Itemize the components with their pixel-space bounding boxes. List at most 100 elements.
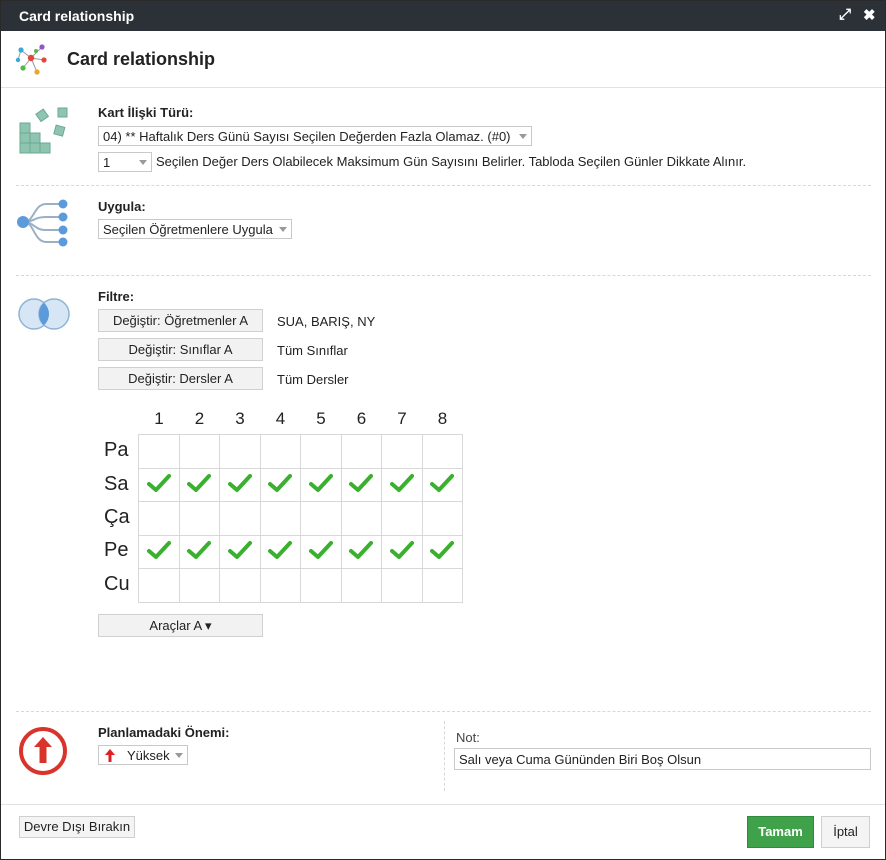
chevron-down-icon — [519, 134, 527, 139]
schedule-cell[interactable] — [421, 467, 463, 502]
max-days-select[interactable]: 1 — [98, 152, 152, 172]
schedule-cell[interactable] — [300, 568, 342, 603]
schedule-cell[interactable] — [300, 534, 342, 569]
checkmark-icon — [146, 541, 171, 560]
up-arrow-circle-icon — [19, 727, 67, 775]
schedule-cell[interactable] — [340, 534, 382, 569]
branch-icon — [17, 199, 68, 247]
checkmark-icon — [187, 541, 212, 560]
max-days-value: 1 — [103, 155, 111, 170]
schedule-cell[interactable] — [259, 534, 301, 569]
schedule-cell[interactable] — [219, 534, 261, 569]
schedule-row — [138, 467, 463, 502]
checkmark-icon — [268, 474, 293, 493]
schedule-cell[interactable] — [381, 534, 423, 569]
period-header: 4 — [275, 409, 286, 428]
title-bar: Card relationship ⤢ ✖ — [1, 1, 885, 31]
schedule-cell[interactable] — [259, 568, 301, 603]
chevron-down-icon — [279, 227, 287, 232]
section-divider — [16, 711, 871, 712]
day-header: Sa — [104, 473, 129, 495]
checkmark-icon — [389, 541, 414, 560]
checkmark-icon — [308, 541, 333, 560]
schedule-cell[interactable] — [340, 434, 382, 469]
schedule-cell[interactable] — [178, 501, 220, 536]
network-icon — [15, 44, 47, 75]
schedule-cell[interactable] — [381, 467, 423, 502]
schedule-cell[interactable] — [381, 501, 423, 536]
relation-description: Seçilen Değer Ders Olabilecek Maksimum G… — [156, 154, 747, 169]
schedule-cell[interactable] — [300, 467, 342, 502]
disable-button[interactable]: Devre Dışı Bırakın — [19, 816, 135, 838]
checkmark-icon — [430, 541, 455, 560]
change-teachers-button[interactable]: Değiştir: Öğretmenler A — [98, 309, 263, 332]
schedule-row — [138, 568, 463, 603]
checkmark-icon — [268, 541, 293, 560]
schedule-cell[interactable] — [340, 568, 382, 603]
checkmark-icon — [187, 474, 212, 493]
vertical-divider — [444, 721, 445, 791]
expand-icon[interactable]: ⤢ — [839, 6, 851, 23]
schedule-cell[interactable] — [259, 501, 301, 536]
importance-select[interactable]: Yüksek — [98, 745, 188, 765]
schedule-row — [138, 434, 463, 469]
checkmark-icon — [389, 474, 414, 493]
schedule-cell[interactable] — [138, 501, 180, 536]
apply-label: Uygula: — [98, 199, 146, 214]
importance-label: Planlamadaki Önemi: — [98, 725, 230, 740]
note-field[interactable]: Salı veya Cuma Gününden Biri Boş Olsun — [454, 748, 871, 770]
relation-type-label: Kart İlişki Türü: — [98, 105, 194, 120]
schedule-cell[interactable] — [219, 467, 261, 502]
change-classes-button[interactable]: Değiştir: Sınıflar A — [98, 338, 263, 361]
schedule-cell[interactable] — [421, 568, 463, 603]
schedule-cell[interactable] — [138, 434, 180, 469]
close-icon[interactable]: ✖ — [863, 6, 876, 24]
schedule-cell[interactable] — [421, 501, 463, 536]
red-up-arrow-icon — [105, 749, 115, 762]
relation-type-select[interactable]: 04) ** Haftalık Ders Günü Sayısı Seçilen… — [98, 126, 532, 146]
period-header: 1 — [154, 409, 164, 428]
schedule-cell[interactable] — [219, 501, 261, 536]
period-header: 5 — [316, 409, 326, 428]
schedule-row — [138, 534, 463, 569]
schedule-cell[interactable] — [300, 501, 342, 536]
checkmark-icon — [349, 541, 374, 560]
dialog-header: Card relationship — [1, 31, 885, 88]
intersection-icon — [18, 298, 70, 330]
schedule-grid — [138, 434, 463, 603]
schedule-cell[interactable] — [259, 434, 301, 469]
day-header: Cu — [104, 573, 130, 595]
teachers-filter-value: SUA, BARIŞ, NY — [277, 314, 376, 329]
schedule-cell[interactable] — [259, 467, 301, 502]
checkmark-icon — [308, 474, 333, 493]
relation-type-value: 04) ** Haftalık Ders Günü Sayısı Seçilen… — [103, 129, 511, 144]
schedule-cell[interactable] — [421, 434, 463, 469]
schedule-cell[interactable] — [300, 434, 342, 469]
schedule-cell[interactable] — [138, 534, 180, 569]
day-header: Pe — [104, 539, 129, 561]
schedule-cell[interactable] — [219, 434, 261, 469]
tools-button[interactable]: Araçlar A ▾ — [98, 614, 263, 637]
schedule-cell[interactable] — [178, 534, 220, 569]
schedule-cell[interactable] — [178, 467, 220, 502]
checkmark-icon — [430, 474, 455, 493]
checkmark-icon — [349, 474, 374, 493]
schedule-cell[interactable] — [219, 568, 261, 603]
schedule-cell[interactable] — [381, 568, 423, 603]
schedule-cell[interactable] — [178, 434, 220, 469]
cancel-button[interactable]: İptal — [821, 816, 870, 848]
apply-select[interactable]: Seçilen Öğretmenlere Uygula — [98, 219, 292, 239]
ok-button[interactable]: Tamam — [747, 816, 814, 848]
change-lessons-button[interactable]: Değiştir: Dersler A — [98, 367, 263, 390]
lessons-filter-value: Tüm Dersler — [277, 372, 349, 387]
dialog-footer — [1, 804, 885, 805]
schedule-cell[interactable] — [340, 467, 382, 502]
chevron-down-icon — [175, 753, 183, 758]
schedule-cell[interactable] — [421, 534, 463, 569]
page-title: Card relationship — [67, 49, 216, 69]
schedule-cell[interactable] — [340, 501, 382, 536]
schedule-cell[interactable] — [138, 467, 180, 502]
schedule-cell[interactable] — [178, 568, 220, 603]
schedule-cell[interactable] — [381, 434, 423, 469]
schedule-cell[interactable] — [138, 568, 180, 603]
